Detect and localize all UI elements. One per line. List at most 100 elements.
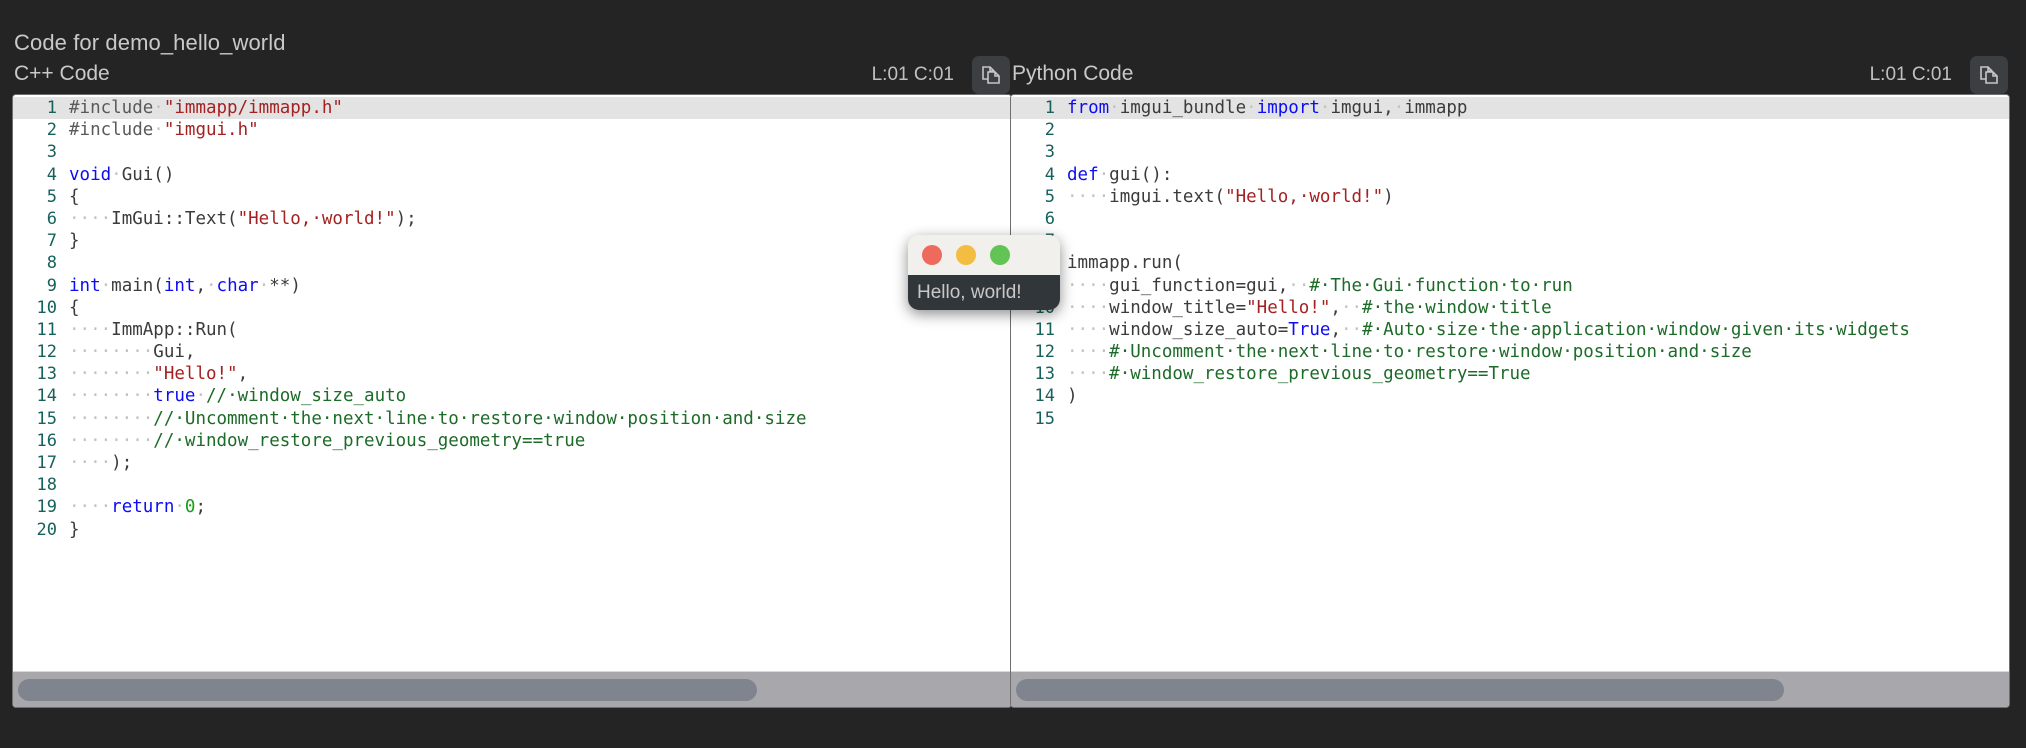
code-text: }: [69, 520, 80, 540]
code-line: 7: [1011, 230, 2009, 252]
code-line: 3: [1011, 141, 2009, 163]
line-number: 14: [36, 386, 57, 407]
code-token: imgui_bundle: [1119, 98, 1247, 118]
code-line: 15: [1011, 408, 2009, 430]
code-line: 1 #include·"immapp/immapp.h": [13, 97, 1011, 120]
code-line: 5 ····imgui.text("Hello,·world!"): [1011, 186, 2009, 208]
code-token: #include: [69, 120, 154, 141]
code-token: ········: [69, 408, 154, 429]
python-scrollbar-thumb[interactable]: [1016, 678, 1785, 701]
code-line: 14 ········true·//·window_size_auto: [13, 385, 1011, 407]
code-line: 6: [1011, 208, 2009, 230]
code-line: 13 ········"Hello!",: [13, 363, 1011, 385]
code-token: );: [395, 208, 417, 229]
code-token: ·: [1109, 98, 1120, 118]
code-token: ·: [153, 120, 164, 141]
code-text: {: [69, 298, 80, 318]
code-line: 7}: [13, 230, 1011, 252]
code-token: ,: [237, 364, 249, 385]
minimize-button[interactable]: [956, 245, 976, 265]
code-token: }: [69, 519, 80, 540]
code-token: ·: [111, 164, 122, 185]
line-number: 9: [46, 275, 57, 296]
code-token: main(: [111, 275, 164, 296]
line-number: 20: [36, 519, 57, 540]
hello-world-window[interactable]: Hello, world!: [908, 235, 1060, 310]
line-number: 10: [36, 297, 57, 318]
code-token: ····: [1067, 364, 1110, 385]
line-number: 19: [36, 497, 57, 518]
code-token: ·: [1098, 164, 1110, 185]
code-text: int·main(int,·char·**): [69, 276, 301, 296]
line-number: 7: [46, 231, 57, 252]
cpp-scrollbar-thumb[interactable]: [18, 678, 757, 701]
line-number: 1: [46, 98, 57, 118]
code-text: #include·"imgui.h": [69, 120, 259, 140]
code-token: ········: [69, 364, 154, 385]
code-token: ,: [195, 275, 206, 296]
code-token: Gui(): [121, 164, 175, 185]
close-button[interactable]: [922, 245, 942, 265]
code-token: def: [1067, 164, 1099, 185]
code-token: ): [1383, 186, 1394, 207]
python-code-lines: 1 from·imgui_bundle·import·imgui,·immapp 2…: [1011, 95, 2009, 430]
code-line: 16 ········//·window_restore_previous_geo…: [13, 430, 1011, 452]
code-token: **): [269, 275, 301, 296]
code-token: ·: [206, 275, 217, 296]
code-line: 9····gui_function=gui,··#·The·Gui·functi…: [1011, 275, 2009, 297]
code-line: 19 ····return·0;: [13, 496, 1011, 518]
code-token: int: [163, 275, 196, 296]
copy-icon[interactable]: [1970, 56, 2008, 94]
code-text: {: [69, 187, 80, 207]
code-line: 17 ····);: [13, 452, 1011, 474]
code-token: ··: [1340, 319, 1363, 340]
code-token: {: [69, 186, 80, 207]
code-line: 6 ····ImGui::Text("Hello,·world!");: [13, 208, 1011, 230]
line-number: 12: [1034, 342, 1055, 363]
window-body-text: Hello, world!: [908, 275, 1060, 310]
python-horizontal-scrollbar[interactable]: [1011, 671, 2009, 707]
maximize-button[interactable]: [990, 245, 1010, 265]
python-editor-viewport[interactable]: 1 from·imgui_bundle·import·imgui,·immapp 2…: [1011, 95, 2009, 671]
code-text: }: [69, 231, 80, 251]
cpp-editor[interactable]: 1 #include·"immapp/immapp.h" 2 #include·"im…: [12, 94, 1012, 708]
code-token: );: [111, 453, 133, 473]
code-line: 8: [13, 252, 1011, 274]
code-line: 12 ····#·Uncomment·the·next·line·to·resto…: [1011, 341, 2009, 363]
code-token: from: [1067, 98, 1110, 118]
code-token: //·Uncomment·the·next·line·to·restore·wi…: [153, 408, 807, 429]
code-line: 8immapp.run(: [1011, 252, 2009, 274]
code-line: 20}: [13, 519, 1011, 541]
code-token: "imgui.h": [163, 120, 259, 141]
code-token: char: [216, 275, 259, 296]
code-line: 11 ····window_size_auto=True,··#·Auto·siz…: [1011, 319, 2009, 341]
cpp-pane-header: C++ Code L:01 C:01: [12, 56, 1012, 94]
page-title: Code for demo_hello_world: [14, 30, 286, 55]
code-token: import: [1256, 98, 1320, 118]
code-token: ·: [195, 386, 206, 407]
code-line: 1 from·imgui_bundle·import·imgui,·immapp: [1011, 97, 2009, 120]
code-token: "Hello,·world!": [1225, 186, 1384, 207]
code-token: #include: [69, 98, 154, 118]
code-token: #·window_restore_previous_geometry==True: [1109, 364, 1531, 385]
line-number: 4: [46, 164, 57, 185]
cpp-horizontal-scrollbar[interactable]: [13, 671, 1011, 707]
cpp-editor-viewport[interactable]: 1 #include·"immapp/immapp.h" 2 #include·"im…: [13, 95, 1011, 671]
code-token: "Hello!": [1246, 297, 1331, 318]
code-token: ····: [1067, 297, 1110, 318]
line-number: 12: [36, 342, 57, 363]
code-token: gui():: [1109, 164, 1173, 185]
line-number: 15: [36, 408, 57, 429]
code-token: ·: [1393, 98, 1405, 118]
window-titlebar[interactable]: [908, 235, 1060, 275]
cpp-code-lines: 1 #include·"immapp/immapp.h" 2 #include·"im…: [13, 95, 1011, 541]
line-number: 3: [46, 142, 57, 163]
python-editor[interactable]: 1 from·imgui_bundle·import·imgui,·immapp 2…: [1010, 94, 2010, 708]
copy-icon[interactable]: [972, 56, 1010, 94]
code-token: ;: [195, 497, 207, 518]
code-token: ····: [69, 453, 112, 473]
line-number: 8: [46, 253, 57, 274]
line-number: 11: [36, 319, 57, 340]
line-number: 2: [1044, 120, 1055, 141]
python-cursor-position: L:01 C:01: [1869, 64, 1952, 85]
